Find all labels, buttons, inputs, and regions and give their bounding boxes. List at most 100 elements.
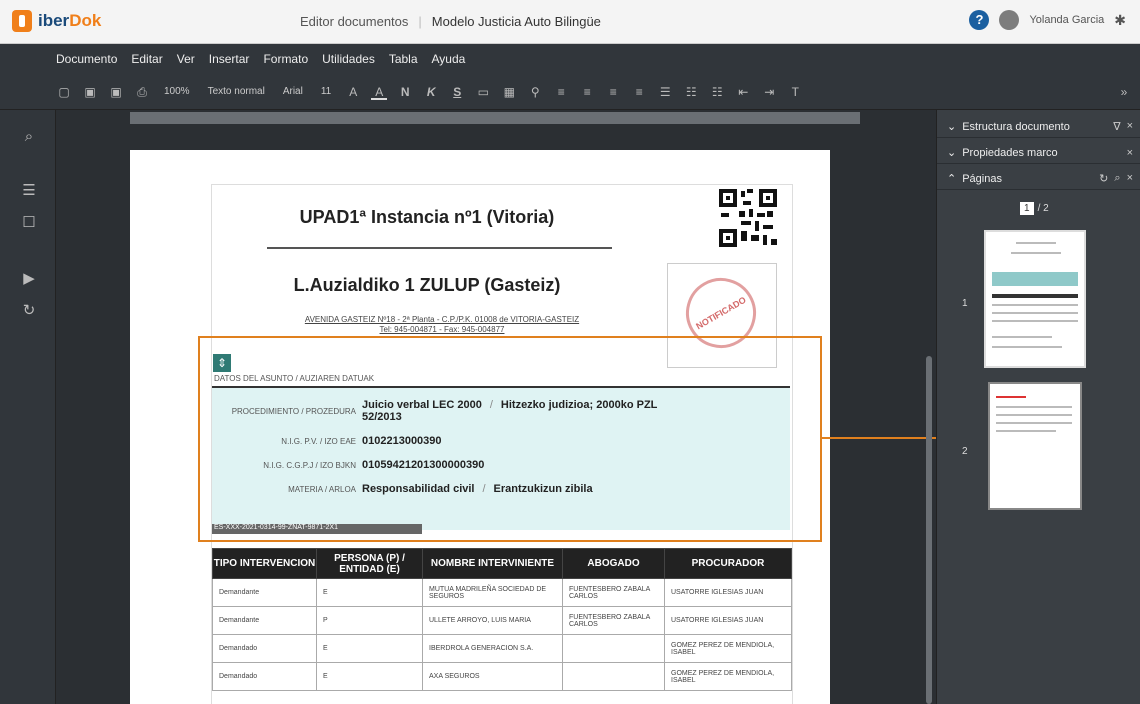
menu-ayuda[interactable]: Ayuda (432, 52, 466, 66)
close-icon[interactable]: × (1127, 147, 1133, 159)
outdent-icon[interactable]: ⇤ (735, 84, 751, 100)
font-select[interactable]: Arial (279, 86, 307, 97)
iberdok-logo[interactable]: iberDok (12, 10, 101, 32)
page-indicator: 1 / 2 (1020, 202, 1049, 215)
filter-icon[interactable]: ∇ (1113, 120, 1120, 133)
page-thumbnail-2[interactable] (988, 382, 1082, 510)
qr-code (717, 187, 779, 249)
cell: USATORRE IGLESIAS JUAN (664, 578, 792, 607)
cell: MUTUA MADRILEÑA SOCIEDAD DE SEGUROS (422, 578, 563, 607)
bookmark-icon[interactable]: ☐ (20, 214, 38, 232)
menu-ver[interactable]: Ver (177, 52, 195, 66)
close-icon[interactable]: × (1127, 120, 1133, 133)
cell: Demandado (212, 662, 317, 691)
app-name: Editor documentos (300, 14, 409, 29)
align-center-icon[interactable]: ≡ (579, 84, 595, 100)
save-as-icon[interactable]: ▣ (108, 84, 124, 100)
new-doc-icon[interactable]: ▢ (56, 84, 72, 100)
cell: AXA SEGUROS (422, 662, 563, 691)
image-icon[interactable]: ▭ (475, 84, 491, 100)
col-header-nombre: NOMBRE INTERVINIENTE (422, 548, 563, 579)
ruler[interactable] (130, 112, 860, 124)
cell: GOMEZ PEREZ DE MENDIOLA, ISABEL (664, 634, 792, 663)
cell: Demandado (212, 634, 317, 663)
section-title: Páginas (962, 172, 1002, 185)
cell: Demandante (212, 606, 317, 635)
settings-gear-icon[interactable]: ✱ (1114, 12, 1126, 29)
cell (562, 634, 665, 663)
search-icon[interactable]: ⌕ (1114, 172, 1120, 185)
close-icon[interactable]: × (1127, 172, 1133, 185)
refresh-icon[interactable]: ↻ (20, 302, 38, 320)
refresh-icon[interactable]: ↻ (1099, 172, 1108, 185)
line-spacing-icon[interactable]: ☰ (657, 84, 673, 100)
section-estructura[interactable]: ⌄ Estructura documento ∇ × (937, 116, 1140, 138)
section-paginas[interactable]: ⌃ Páginas ↻ ⌕ × (937, 168, 1140, 190)
court-name-eu: L.Auzialdiko 1 ZULUP (Gasteiz) (293, 275, 561, 295)
numbered-list-icon[interactable]: ☷ (709, 84, 725, 100)
move-handle-icon[interactable]: ⇕ (213, 354, 231, 372)
clear-format-icon[interactable]: T (787, 84, 803, 100)
print-icon[interactable]: ⎙ (134, 84, 150, 100)
user-name[interactable]: Yolanda Garcia (1029, 14, 1104, 26)
title-separator: | (418, 14, 422, 29)
align-right-icon[interactable]: ≡ (605, 84, 621, 100)
selection-frame[interactable] (198, 336, 822, 542)
current-page-input[interactable]: 1 (1020, 202, 1034, 215)
cell (562, 662, 665, 691)
table-row: Demandado E IBERDROLA GENERACION S.A. GOMEZ… (212, 634, 792, 663)
bullet-list-icon[interactable]: ☷ (683, 84, 699, 100)
total-pages: / 2 (1037, 203, 1049, 214)
play-icon[interactable]: ▶ (20, 270, 38, 288)
col-header-procurador: PROCURADOR (664, 548, 792, 579)
format-toolbar: ▢ ▣ ▣ ⎙ 100% Texto normal Arial 11 A A N… (0, 74, 1140, 110)
indent-icon[interactable]: ⇥ (761, 84, 777, 100)
avatar[interactable] (999, 10, 1020, 30)
cell: ULLETE ARROYO, LUIS MARIA (422, 606, 563, 635)
menu-bar: Documento Editar Ver Insertar Formato Ut… (0, 44, 1140, 74)
font-size-icon[interactable]: A (345, 84, 361, 100)
menu-documento[interactable]: Documento (56, 52, 117, 66)
chevron-down-icon: ⌄ (947, 121, 957, 133)
section-title: Estructura documento (962, 120, 1070, 133)
model-title: Modelo Justicia Auto Bilingüe (431, 14, 601, 29)
court-address: AVENIDA GASTEIZ Nº18 - 2ª Planta - C.P./… (304, 315, 580, 324)
participants-table: TIPO INTERVENCION PERSONA (P) / ENTIDAD … (212, 548, 792, 691)
table-icon[interactable]: ▦ (501, 84, 517, 100)
help-icon[interactable]: ? (969, 10, 990, 30)
cell: E (316, 662, 423, 691)
court-name-es: UPAD1ª Instancia nº1 (Vitoria) (299, 207, 555, 227)
menu-editar[interactable]: Editar (131, 52, 162, 66)
style-select[interactable]: Texto normal (204, 86, 269, 97)
search-icon[interactable]: ⌕ (20, 128, 38, 146)
save-icon[interactable]: ▣ (82, 84, 98, 100)
vertical-scrollbar[interactable] (926, 356, 932, 704)
zoom-select[interactable]: 100% (160, 86, 194, 97)
brand-b: Dok (69, 11, 102, 30)
cell: FUENTESBERO ZABALA CARLOS (562, 606, 665, 635)
cell: GOMEZ PEREZ DE MENDIOLA, ISABEL (664, 662, 792, 691)
link-icon[interactable]: ⚲ (527, 84, 543, 100)
structure-icon[interactable]: ☰ (20, 182, 38, 200)
toolbar-collapse-icon[interactable]: » (1116, 84, 1132, 100)
title-bar: iberDok Editor documentos | Modelo Justi… (0, 0, 1140, 44)
align-justify-icon[interactable]: ≡ (631, 84, 647, 100)
table-row: Demandado E AXA SEGUROS GOMEZ PEREZ DE MEND… (212, 662, 792, 691)
menu-formato[interactable]: Formato (263, 52, 308, 66)
font-color-icon[interactable]: A (371, 84, 388, 100)
bold-button[interactable]: N (397, 84, 413, 100)
cell: USATORRE IGLESIAS JUAN (664, 606, 792, 635)
page-thumbnail-1[interactable] (984, 230, 1086, 368)
menu-tabla[interactable]: Tabla (389, 52, 418, 66)
cell: E (316, 578, 423, 607)
menu-insertar[interactable]: Insertar (209, 52, 250, 66)
underline-button[interactable]: S (449, 84, 465, 100)
italic-button[interactable]: K (423, 84, 439, 100)
table-row: Demandante P ULLETE ARROYO, LUIS MARIA FUEN… (212, 606, 792, 635)
section-propiedades[interactable]: ⌄ Propiedades marco × (937, 142, 1140, 164)
align-left-icon[interactable]: ≡ (553, 84, 569, 100)
chevron-up-icon: ⌃ (947, 173, 957, 185)
menu-utilidades[interactable]: Utilidades (322, 52, 375, 66)
size-select[interactable]: 11 (317, 86, 335, 97)
court-phone: Tel: 945-004871 - Fax: 945-004877 (379, 325, 505, 334)
